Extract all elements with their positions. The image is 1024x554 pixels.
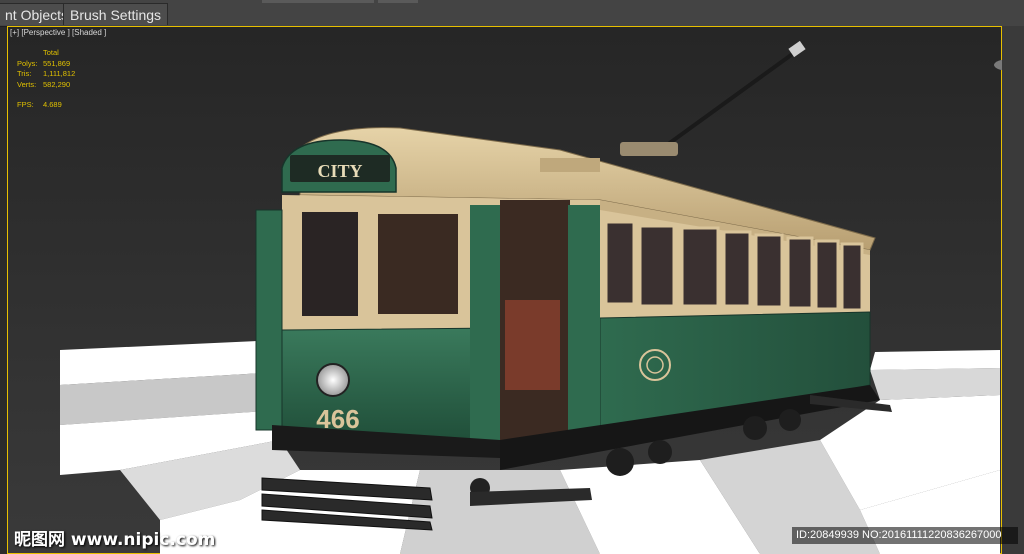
stats-header: Total xyxy=(43,48,59,57)
tab-bar: nt Objects Brush Settings xyxy=(0,0,1024,27)
stats-value: 582,290 xyxy=(43,79,71,89)
headlamp-icon xyxy=(316,363,350,397)
stats-value: 1,111,812 xyxy=(43,69,76,78)
stats-key: Verts: xyxy=(17,79,37,89)
scene-render: CITY 466 xyxy=(8,27,1024,554)
stats-key: Polys: xyxy=(17,58,38,68)
stats-value: 4.689 xyxy=(43,100,62,109)
watermark-id: ID:20849939 NO:20161111220836267000 xyxy=(792,527,1018,544)
watermark-site: 昵图网 www.nipic.com xyxy=(14,530,216,550)
stats-key: FPS: xyxy=(17,100,34,109)
tram-front xyxy=(255,195,600,450)
tab-brush-settings[interactable]: Brush Settings xyxy=(63,3,169,25)
right-panel-edge xyxy=(1002,26,1024,554)
tab-stub xyxy=(378,0,418,3)
destination-text: CITY xyxy=(317,161,362,181)
stats-value: 551,869 xyxy=(43,58,71,68)
stats-key: Tris: xyxy=(17,69,32,78)
tab-stub xyxy=(262,0,374,3)
viewport-label[interactable]: [+] [Perspective ] [Shaded ] xyxy=(10,28,106,37)
